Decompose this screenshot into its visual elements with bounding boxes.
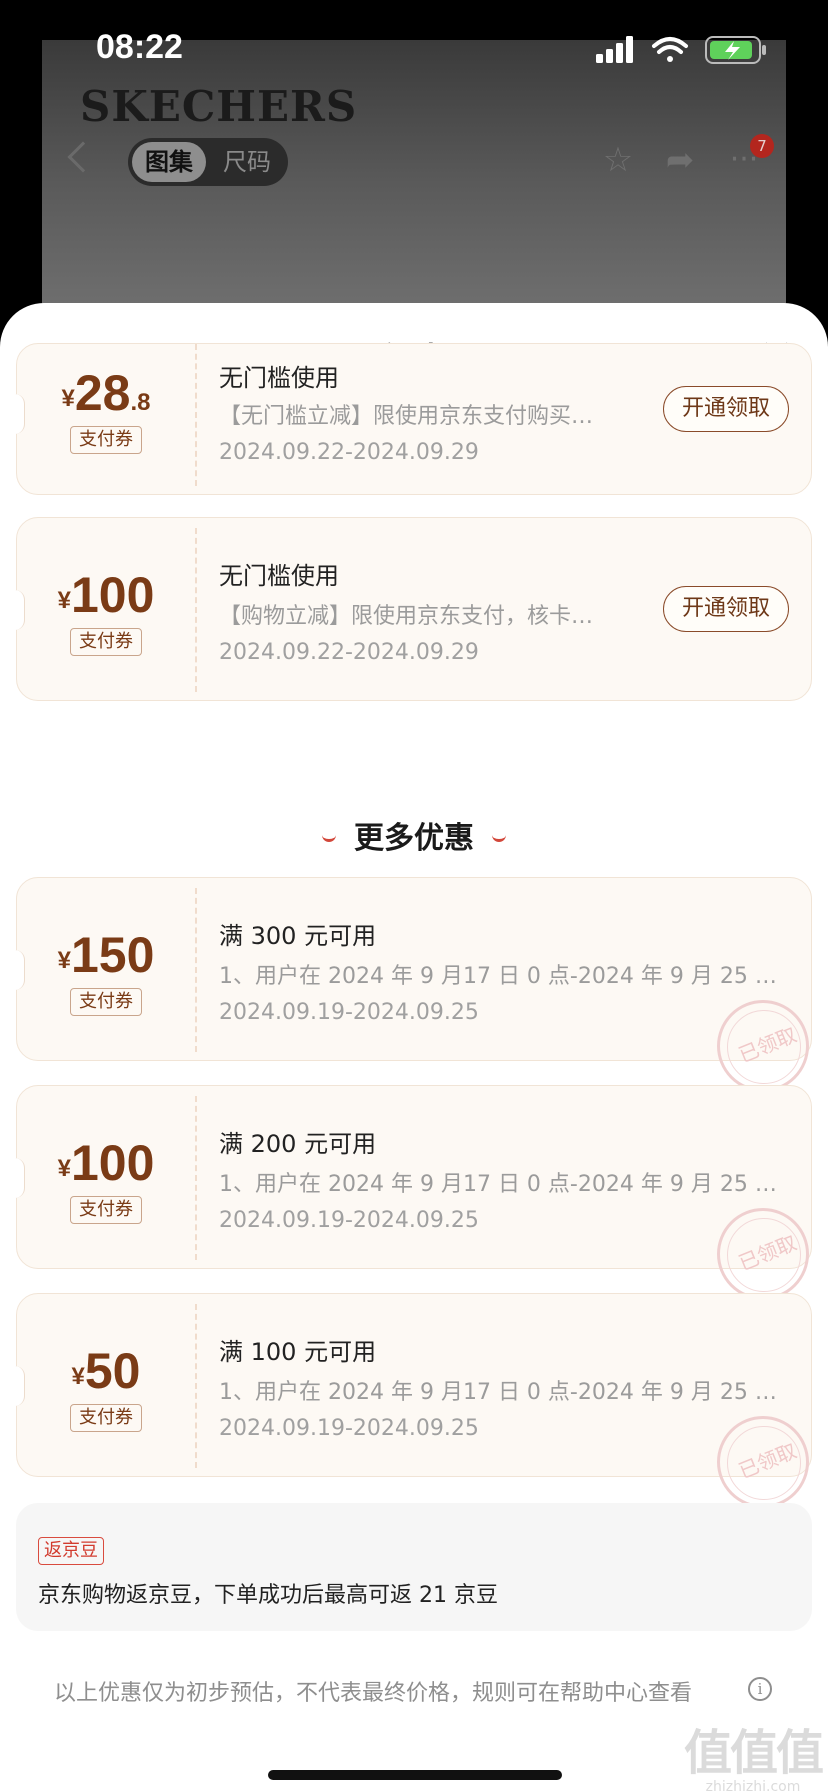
coupon-amount: ¥50 xyxy=(71,1343,141,1399)
coupon-divider xyxy=(195,344,197,486)
coupon-title: 满 100 元可用 xyxy=(219,1338,377,1366)
jingdou-rebate-card: 返京豆 京东购物返京豆，下单成功后最高可返 21 京豆 xyxy=(16,1503,812,1631)
decor-arc-icon xyxy=(492,834,506,842)
coupon-divider xyxy=(195,1304,197,1468)
disclaimer-text: 以上优惠仅为初步预估，不代表最终价格，规则可在帮助中心查看 xyxy=(54,1681,693,1706)
coupon-desc: 1、用户在 2024 年 9 月17 日 0 点-2024 年 9 月 25 日… xyxy=(219,1172,779,1197)
coupon-amount: ¥150 xyxy=(57,927,155,983)
pay-coupon-tag: 支付券 xyxy=(70,988,142,1016)
brand-logo: SKECHERS xyxy=(80,82,358,131)
tab-gallery[interactable]: 图集 xyxy=(132,142,206,182)
message-badge: 7 xyxy=(750,134,774,158)
claimed-stamp-icon: 已领取 xyxy=(717,1208,809,1300)
coupon-desc: 1、用户在 2024 年 9 月17 日 0 点-2024 年 9 月 25 日… xyxy=(219,1380,779,1405)
coupon-dates: 2024.09.19-2024.09.25 xyxy=(219,1000,479,1025)
discount-sheet: 优惠 ¥28.8 支付券 无门槛使用 【无门槛立减】限使用京东支付购买… 202… xyxy=(0,303,828,1792)
star-icon[interactable]: ☆ xyxy=(598,140,638,180)
claimed-stamp-icon: 已领取 xyxy=(717,1000,809,1092)
more-discounts-header: 更多优惠 xyxy=(0,813,828,857)
pay-coupon-tag: 支付券 xyxy=(70,1196,142,1224)
wifi-icon xyxy=(652,37,688,62)
jingdou-text: 京东购物返京豆，下单成功后最高可返 21 京豆 xyxy=(38,1583,498,1608)
coupon-dates: 2024.09.19-2024.09.25 xyxy=(219,1208,479,1233)
watermark: 值值值 zhizhizhi.com xyxy=(683,1725,824,1792)
battery-icon xyxy=(705,36,766,64)
share-icon[interactable]: ➦ xyxy=(660,140,700,180)
coupon-desc: 1、用户在 2024 年 9 月17 日 0 点-2024 年 9 月 25 日… xyxy=(219,964,779,989)
coupon-card[interactable]: ¥28.8 支付券 无门槛使用 【无门槛立减】限使用京东支付购买… 2024.0… xyxy=(15,343,812,495)
coupon-card[interactable]: ¥50 支付券 满 100 元可用 1、用户在 2024 年 9 月17 日 0… xyxy=(15,1293,812,1508)
coupon-title: 满 200 元可用 xyxy=(219,1130,377,1158)
tab-size[interactable]: 尺码 xyxy=(212,142,282,182)
home-indicator[interactable] xyxy=(268,1770,562,1780)
decor-arc-icon xyxy=(322,834,336,842)
coupon-amount: ¥100 xyxy=(57,567,155,623)
coupon-title: 满 300 元可用 xyxy=(219,922,377,950)
status-icons xyxy=(594,32,774,66)
coupon-divider xyxy=(195,888,197,1052)
coupon-amount: ¥100 xyxy=(57,1135,155,1191)
coupon-amount: ¥28.8 xyxy=(61,365,151,421)
coupon-desc: 【无门槛立减】限使用京东支付购买… xyxy=(219,404,594,429)
claimed-stamp-icon: 已领取 xyxy=(717,1416,809,1508)
coupon-dates: 2024.09.22-2024.09.29 xyxy=(219,440,479,465)
activate-claim-button[interactable]: 开通领取 xyxy=(663,586,789,632)
coupon-desc: 【购物立减】限使用京东支付，核卡… xyxy=(219,604,594,629)
coupon-divider xyxy=(195,1096,197,1260)
pay-coupon-tag: 支付券 xyxy=(70,426,142,454)
coupon-dates: 2024.09.19-2024.09.25 xyxy=(219,1416,479,1441)
coupon-dates: 2024.09.22-2024.09.29 xyxy=(219,640,479,665)
segment-control: 图集 尺码 xyxy=(128,138,288,186)
coupon-divider xyxy=(195,528,197,692)
coupon-title: 无门槛使用 xyxy=(219,562,339,590)
pay-coupon-tag: 支付券 xyxy=(70,628,142,656)
coupon-title: 无门槛使用 xyxy=(219,364,339,392)
activate-claim-button[interactable]: 开通领取 xyxy=(663,386,789,432)
info-icon[interactable]: i xyxy=(748,1677,772,1701)
cellular-signal-icon xyxy=(596,36,633,63)
jingdou-tag: 返京豆 xyxy=(38,1537,104,1565)
pay-coupon-tag: 支付券 xyxy=(70,1404,142,1432)
coupon-card[interactable]: ¥100 支付券 满 200 元可用 1、用户在 2024 年 9 月17 日 … xyxy=(15,1085,812,1300)
coupon-card[interactable]: ¥150 支付券 满 300 元可用 1、用户在 2024 年 9 月17 日 … xyxy=(15,877,812,1092)
coupon-card[interactable]: ¥100 支付券 无门槛使用 【购物立减】限使用京东支付，核卡… 2024.09… xyxy=(15,517,812,701)
status-time: 08:22 xyxy=(96,28,183,66)
